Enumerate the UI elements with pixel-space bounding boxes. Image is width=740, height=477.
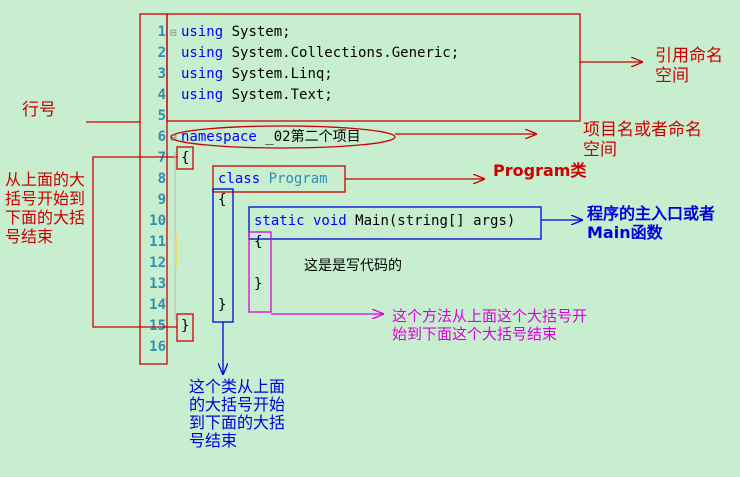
line-number-box (139, 13, 168, 365)
using-block-box (166, 13, 581, 122)
class-brace-box (212, 188, 234, 323)
brace-open-namespace-box (176, 146, 194, 170)
brace-close-namespace-box (176, 313, 194, 342)
method-brace-box (248, 231, 272, 313)
main-method-box (248, 206, 542, 240)
annotation-overlay (86, 13, 740, 477)
class-box (212, 165, 346, 193)
namespace-brace-bracket (92, 156, 177, 328)
namespace-ellipse (170, 125, 396, 149)
